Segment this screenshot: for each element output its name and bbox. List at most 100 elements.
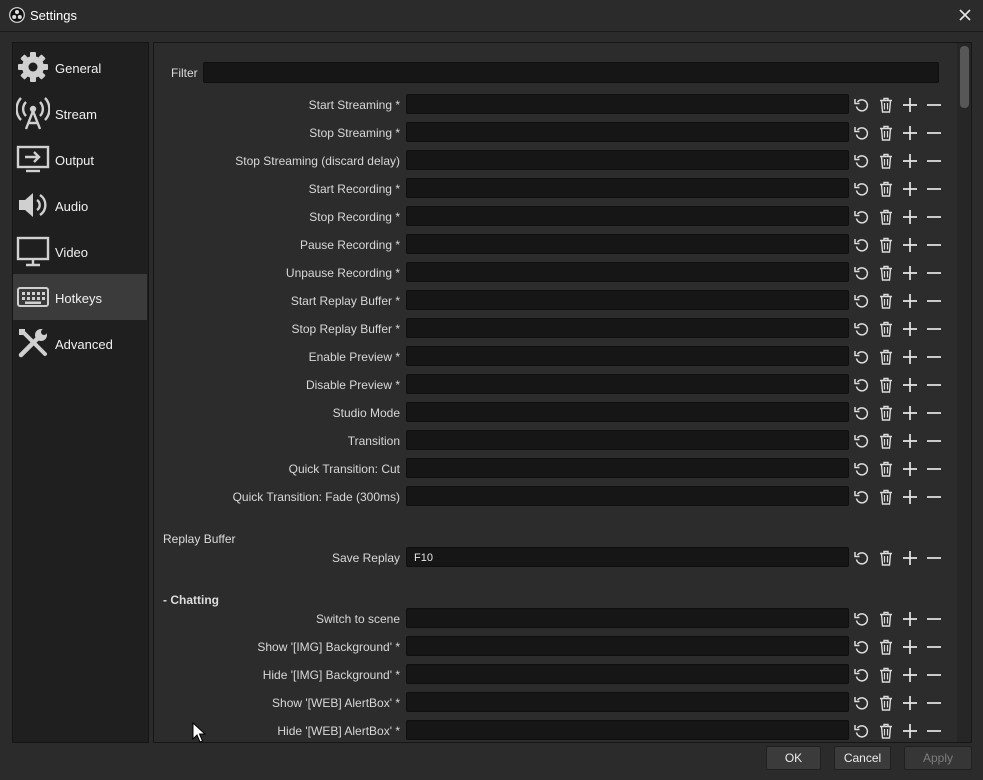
trash-icon[interactable] [877,320,895,338]
revert-icon[interactable] [853,124,871,142]
hotkey-input[interactable]: F10 [406,547,849,567]
hotkey-input[interactable] [406,234,849,254]
plus-icon[interactable] [901,694,919,712]
revert-icon[interactable] [853,264,871,282]
trash-icon[interactable] [877,432,895,450]
plus-icon[interactable] [901,638,919,656]
minus-icon[interactable] [925,460,943,478]
revert-icon[interactable] [853,180,871,198]
sidebar-item-output[interactable]: Output [13,136,147,182]
filter-input[interactable] [203,62,939,83]
hotkey-input[interactable] [406,346,849,366]
minus-icon[interactable] [925,264,943,282]
hotkey-input[interactable] [406,178,849,198]
revert-icon[interactable] [853,236,871,254]
sidebar-item-advanced[interactable]: Advanced [13,320,147,366]
minus-icon[interactable] [925,404,943,422]
scrollbar-thumb[interactable] [960,46,969,108]
plus-icon[interactable] [901,124,919,142]
revert-icon[interactable] [853,666,871,684]
trash-icon[interactable] [877,549,895,567]
trash-icon[interactable] [877,124,895,142]
cancel-button[interactable]: Cancel [834,746,891,770]
vertical-scrollbar[interactable] [957,43,971,742]
section-chatting[interactable]: - Chatting [163,593,219,607]
hotkey-input[interactable] [406,486,849,506]
trash-icon[interactable] [877,488,895,506]
minus-icon[interactable] [925,722,943,740]
hotkey-input[interactable] [406,636,849,656]
trash-icon[interactable] [877,264,895,282]
minus-icon[interactable] [925,638,943,656]
plus-icon[interactable] [901,376,919,394]
plus-icon[interactable] [901,722,919,740]
hotkey-input[interactable] [406,458,849,478]
minus-icon[interactable] [925,610,943,628]
trash-icon[interactable] [877,666,895,684]
trash-icon[interactable] [877,152,895,170]
hotkey-input[interactable] [406,720,849,740]
plus-icon[interactable] [901,320,919,338]
revert-icon[interactable] [853,320,871,338]
plus-icon[interactable] [901,208,919,226]
hotkey-input[interactable] [406,402,849,422]
trash-icon[interactable] [877,180,895,198]
hotkey-input[interactable] [406,664,849,684]
revert-icon[interactable] [853,376,871,394]
hotkey-input[interactable] [406,94,849,114]
sidebar-item-hotkeys[interactable]: Hotkeys [13,274,147,320]
trash-icon[interactable] [877,208,895,226]
hotkey-input[interactable] [406,262,849,282]
revert-icon[interactable] [853,152,871,170]
revert-icon[interactable] [853,488,871,506]
trash-icon[interactable] [877,404,895,422]
sidebar-item-stream[interactable]: Stream [13,90,147,136]
minus-icon[interactable] [925,236,943,254]
hotkey-input[interactable] [406,122,849,142]
plus-icon[interactable] [901,264,919,282]
minus-icon[interactable] [925,348,943,366]
minus-icon[interactable] [925,208,943,226]
plus-icon[interactable] [901,180,919,198]
hotkey-input[interactable] [406,290,849,310]
plus-icon[interactable] [901,292,919,310]
minus-icon[interactable] [925,292,943,310]
hotkey-input[interactable] [406,206,849,226]
trash-icon[interactable] [877,236,895,254]
plus-icon[interactable] [901,488,919,506]
hotkey-input[interactable] [406,318,849,338]
revert-icon[interactable] [853,694,871,712]
revert-icon[interactable] [853,96,871,114]
hotkey-input[interactable] [406,430,849,450]
hotkey-input[interactable] [406,150,849,170]
plus-icon[interactable] [901,152,919,170]
revert-icon[interactable] [853,722,871,740]
plus-icon[interactable] [901,549,919,567]
trash-icon[interactable] [877,722,895,740]
minus-icon[interactable] [925,320,943,338]
minus-icon[interactable] [925,432,943,450]
trash-icon[interactable] [877,638,895,656]
plus-icon[interactable] [901,610,919,628]
trash-icon[interactable] [877,610,895,628]
minus-icon[interactable] [925,96,943,114]
trash-icon[interactable] [877,96,895,114]
trash-icon[interactable] [877,460,895,478]
sidebar-item-video[interactable]: Video [13,228,147,274]
plus-icon[interactable] [901,666,919,684]
minus-icon[interactable] [925,666,943,684]
minus-icon[interactable] [925,488,943,506]
trash-icon[interactable] [877,694,895,712]
trash-icon[interactable] [877,348,895,366]
trash-icon[interactable] [877,376,895,394]
revert-icon[interactable] [853,432,871,450]
sidebar-item-audio[interactable]: Audio [13,182,147,228]
minus-icon[interactable] [925,694,943,712]
plus-icon[interactable] [901,432,919,450]
trash-icon[interactable] [877,292,895,310]
hotkey-input[interactable] [406,374,849,394]
revert-icon[interactable] [853,292,871,310]
minus-icon[interactable] [925,180,943,198]
minus-icon[interactable] [925,152,943,170]
revert-icon[interactable] [853,208,871,226]
